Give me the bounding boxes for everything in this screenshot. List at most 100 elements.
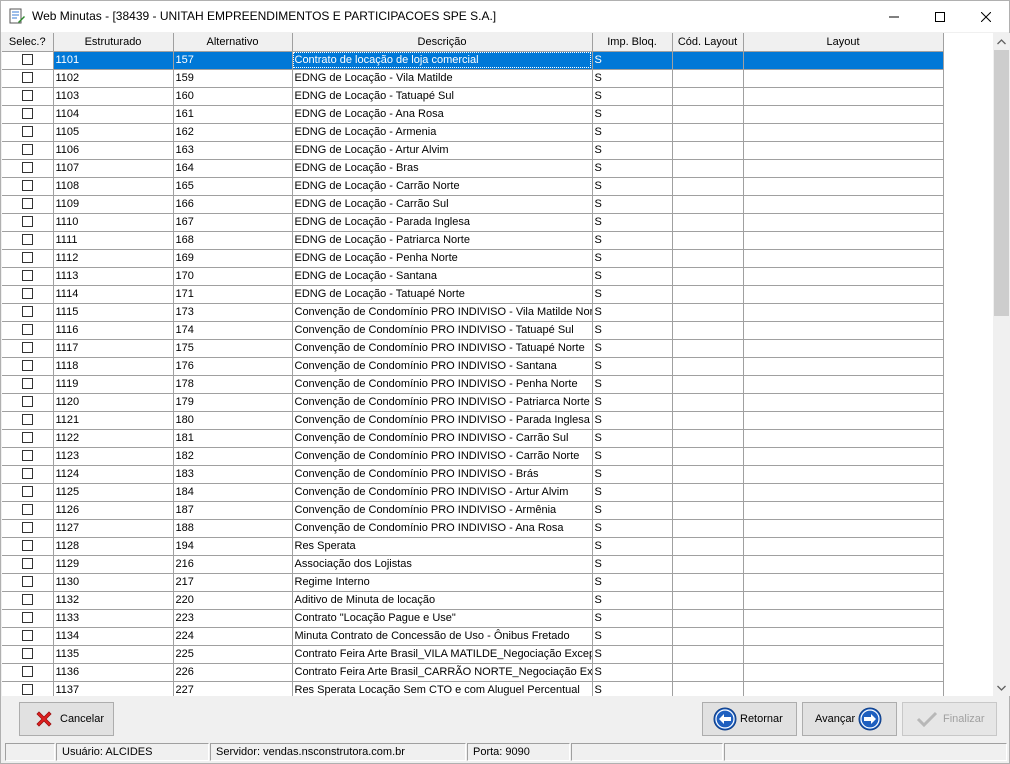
table-row[interactable]: 1117 175 Convenção de Condomínio PRO INDIV… <box>2 339 944 358</box>
cell-cod-layout[interactable] <box>672 321 744 340</box>
cell-layout[interactable] <box>743 537 944 556</box>
cell-alternativo[interactable]: 163 <box>173 141 293 160</box>
cell-estruturado[interactable]: 1111 <box>53 231 174 250</box>
cell-descricao[interactable]: EDNG de Locação - Artur Alvim <box>292 141 593 160</box>
cell-imp-bloq[interactable]: S <box>592 123 673 142</box>
cell-alternativo[interactable]: 223 <box>173 609 293 628</box>
cell-imp-bloq[interactable]: S <box>592 51 673 70</box>
table-row[interactable]: 1112 169 EDNG de Locação - Penha Norte S <box>2 249 944 268</box>
cell-imp-bloq[interactable]: S <box>592 573 673 592</box>
cell-imp-bloq[interactable]: S <box>592 393 673 412</box>
cell-cod-layout[interactable] <box>672 411 744 430</box>
col-header-alternativo[interactable]: Alternativo <box>173 33 293 52</box>
select-checkbox[interactable] <box>21 557 33 569</box>
cell-estruturado[interactable]: 1115 <box>53 303 174 322</box>
select-checkbox[interactable] <box>21 593 33 605</box>
cell-imp-bloq[interactable]: S <box>592 501 673 520</box>
cell-cod-layout[interactable] <box>672 195 744 214</box>
cell-layout[interactable] <box>743 645 944 664</box>
select-checkbox[interactable] <box>21 125 33 137</box>
cell-estruturado[interactable]: 1127 <box>53 519 174 538</box>
cell-estruturado[interactable]: 1135 <box>53 645 174 664</box>
select-checkbox[interactable] <box>21 467 33 479</box>
select-checkbox[interactable] <box>21 431 33 443</box>
cell-estruturado[interactable]: 1107 <box>53 159 174 178</box>
cell-cod-layout[interactable] <box>672 483 744 502</box>
table-row[interactable]: 1111 168 EDNG de Locação - Patriarca Norte… <box>2 231 944 250</box>
cell-layout[interactable] <box>743 357 944 376</box>
close-button[interactable] <box>963 1 1009 32</box>
cell-layout[interactable] <box>743 411 944 430</box>
cell-alternativo[interactable]: 225 <box>173 645 293 664</box>
table-row[interactable]: 1130 217 Regime Interno S <box>2 573 944 592</box>
cell-estruturado[interactable]: 1137 <box>53 681 174 696</box>
cell-descricao[interactable]: Associação dos Lojistas <box>292 555 593 574</box>
cell-estruturado[interactable]: 1136 <box>53 663 174 682</box>
cell-imp-bloq[interactable]: S <box>592 195 673 214</box>
cell-imp-bloq[interactable]: S <box>592 285 673 304</box>
cell-alternativo[interactable]: 162 <box>173 123 293 142</box>
cell-estruturado[interactable]: 1120 <box>53 393 174 412</box>
cell-cod-layout[interactable] <box>672 627 744 646</box>
select-checkbox[interactable] <box>21 323 33 335</box>
table-row[interactable]: 1137 227 Res Sperata Locação Sem CTO e com… <box>2 681 944 696</box>
select-checkbox[interactable] <box>21 215 33 227</box>
cell-imp-bloq[interactable]: S <box>592 555 673 574</box>
cell-descricao[interactable]: Convenção de Condomínio PRO INDIVISO - P… <box>292 411 593 430</box>
cell-layout[interactable] <box>743 339 944 358</box>
cell-alternativo[interactable]: 167 <box>173 213 293 232</box>
cell-descricao[interactable]: EDNG de Locação - Carrão Norte <box>292 177 593 196</box>
cell-layout[interactable] <box>743 393 944 412</box>
select-checkbox[interactable] <box>21 143 33 155</box>
cell-cod-layout[interactable] <box>672 303 744 322</box>
cell-cod-layout[interactable] <box>672 213 744 232</box>
table-row[interactable]: 1110 167 EDNG de Locação - Parada Inglesa S <box>2 213 944 232</box>
cell-alternativo[interactable]: 180 <box>173 411 293 430</box>
cell-imp-bloq[interactable]: S <box>592 159 673 178</box>
cell-imp-bloq[interactable]: S <box>592 267 673 286</box>
cell-descricao[interactable]: Regime Interno <box>292 573 593 592</box>
table-row[interactable]: 1101 157 Contrato de locação de loja comer… <box>2 51 944 70</box>
cell-cod-layout[interactable] <box>672 87 744 106</box>
cell-alternativo[interactable]: 182 <box>173 447 293 466</box>
cell-estruturado[interactable]: 1124 <box>53 465 174 484</box>
cell-descricao[interactable]: EDNG de Locação - Carrão Sul <box>292 195 593 214</box>
cell-descricao[interactable]: Aditivo de Minuta de locação <box>292 591 593 610</box>
cell-descricao[interactable]: Contrato Feira Arte Brasil_CARRÃO NORTE_… <box>292 663 593 682</box>
cell-alternativo[interactable]: 168 <box>173 231 293 250</box>
cell-cod-layout[interactable] <box>672 249 744 268</box>
select-checkbox[interactable] <box>21 575 33 587</box>
cell-imp-bloq[interactable]: S <box>592 519 673 538</box>
table-row[interactable]: 1122 181 Convenção de Condomínio PRO INDIV… <box>2 429 944 448</box>
cell-cod-layout[interactable] <box>672 645 744 664</box>
cell-imp-bloq[interactable]: S <box>592 663 673 682</box>
cell-estruturado[interactable]: 1104 <box>53 105 174 124</box>
select-checkbox[interactable] <box>21 233 33 245</box>
cell-imp-bloq[interactable]: S <box>592 465 673 484</box>
cell-imp-bloq[interactable]: S <box>592 411 673 430</box>
cell-alternativo[interactable]: 179 <box>173 393 293 412</box>
cell-alternativo[interactable]: 159 <box>173 69 293 88</box>
cell-alternativo[interactable]: 226 <box>173 663 293 682</box>
cell-estruturado[interactable]: 1121 <box>53 411 174 430</box>
cell-cod-layout[interactable] <box>672 51 744 70</box>
cell-cod-layout[interactable] <box>672 69 744 88</box>
select-checkbox[interactable] <box>21 269 33 281</box>
cell-imp-bloq[interactable]: S <box>592 339 673 358</box>
cell-cod-layout[interactable] <box>672 555 744 574</box>
cell-imp-bloq[interactable]: S <box>592 375 673 394</box>
cell-estruturado[interactable]: 1101 <box>53 51 174 70</box>
cell-descricao[interactable]: EDNG de Locação - Penha Norte <box>292 249 593 268</box>
back-button[interactable]: Retornar <box>702 702 797 736</box>
cell-estruturado[interactable]: 1134 <box>53 627 174 646</box>
cell-alternativo[interactable]: 165 <box>173 177 293 196</box>
table-row[interactable]: 1115 173 Convenção de Condomínio PRO INDIV… <box>2 303 944 322</box>
cell-imp-bloq[interactable]: S <box>592 141 673 160</box>
cell-layout[interactable] <box>743 159 944 178</box>
table-row[interactable]: 1102 159 EDNG de Locação - Vila Matilde S <box>2 69 944 88</box>
cell-descricao[interactable]: EDNG de Locação - Patriarca Norte <box>292 231 593 250</box>
cell-descricao[interactable]: Convenção de Condomínio PRO INDIVISO - T… <box>292 321 593 340</box>
cell-alternativo[interactable]: 217 <box>173 573 293 592</box>
cell-estruturado[interactable]: 1108 <box>53 177 174 196</box>
cell-alternativo[interactable]: 220 <box>173 591 293 610</box>
